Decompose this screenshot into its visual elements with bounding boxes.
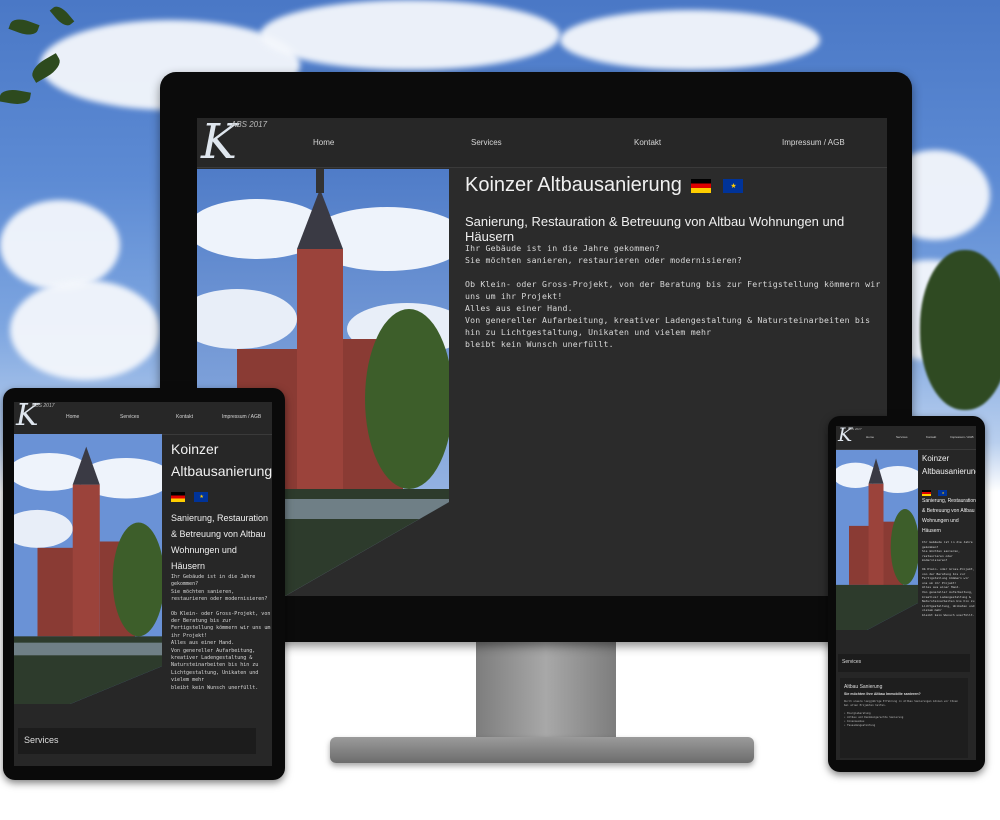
nav-kontakt[interactable]: Kontakt [926,435,936,439]
intro-text: Ihr Gebäude ist in die Jahre gekommen? S… [465,242,885,350]
page-subtitle: Sanierung, Restauration & Betreuung von … [465,214,845,244]
intro-text: Ihr Gebäude ist in die Jahre gekommen? S… [171,574,271,692]
page-title: Koinzer Altbausanierung [465,174,743,197]
nav-kontakt[interactable]: Kontakt [634,138,661,147]
nav-impressum[interactable]: Impressum / AGB [950,435,974,439]
phone-navbar: K ABS 2017 Home Services Kontakt Impress… [836,426,976,450]
navbar: K ABS 2017 Home Services Kontakt Impress… [197,118,887,170]
intro-paragraph-2: Ob Klein- oder Gross-Projekt, von der Be… [171,610,271,691]
page-title: Koinzer Altbausanierung [171,441,272,479]
service-card-subtitle: Sie möchten Ihre Altbau Immobilie sanier… [844,692,921,696]
logo-subtext: ABS 2017 [32,403,55,409]
nav-kontakt[interactable]: Kontakt [176,414,193,420]
intro-text: Ihr Gebäude ist in die Jahre gekommen? S… [922,540,976,618]
castle-photo [14,434,162,704]
cloud [260,0,560,70]
castle-illustration [836,450,918,630]
tablet-device: K ABS 2017 Home Services Kontakt Impress… [3,388,285,780]
logo-subtext: ABS 2017 [231,120,268,129]
flag-germany-icon [922,489,931,496]
services-section-header[interactable]: Services [18,728,256,754]
cloud [10,280,160,380]
nav-home[interactable]: Home [866,435,874,439]
logo-subtext: ABS 2017 [848,427,862,431]
intro-paragraph-1: Ihr Gebäude ist in die Jahre gekommen? S… [922,540,973,563]
nav-impressum[interactable]: Impressum / AGB [782,138,845,147]
phone-screen: K ABS 2017 Home Services Kontakt Impress… [836,426,976,760]
monitor-stand-base [330,737,754,763]
nav-home[interactable]: Home [66,414,79,420]
page-subtitle: Sanierung, Restauration & Betreuung von … [922,498,976,534]
cloud [560,10,820,70]
service-card-title: Altbau Sanierung [844,684,883,690]
flags [171,486,209,505]
tablet-screen: K ABS 2017 Home Services Kontakt Impress… [14,402,272,766]
tablet-navbar: K ABS 2017 Home Services Kontakt Impress… [14,402,272,435]
phone-device: K ABS 2017 Home Services Kontakt Impress… [828,416,985,772]
intro-paragraph-2: Ob Klein- oder Gross-Projekt, von der Be… [465,279,881,349]
nav-services[interactable]: Services [120,414,139,420]
castle-illustration [14,434,162,704]
cloud [0,200,120,290]
flag-eu-icon [938,489,948,496]
monitor-stand-neck [476,640,616,740]
page-title-text: Koinzer Altbausanierung [465,174,682,196]
services-label: Services [24,735,59,745]
desktop-screen: K ABS 2017 Home Services Kontakt Impress… [197,118,887,596]
nav-home[interactable]: Home [313,138,334,147]
intro-paragraph-1: Ihr Gebäude ist in die Jahre gekommen? S… [171,574,268,603]
page-title: Koinzer Altbausanierung [922,454,976,476]
nav-services[interactable]: Services [471,138,502,147]
service-card: Altbau Sanierung Sie möchten Ihre Altbau… [840,678,968,758]
service-card-text: Durch unsere langjährige Erfahrung in Al… [844,700,958,727]
flag-germany-icon [691,178,712,193]
flag-germany-icon [171,491,185,502]
intro-paragraph-1: Ihr Gebäude ist in die Jahre gekommen? S… [465,243,742,265]
flag-eu-icon [722,178,743,193]
nav-impressum[interactable]: Impressum / AGB [222,414,261,420]
flag-eu-icon [194,491,209,502]
nav-services[interactable]: Services [896,435,908,439]
services-section-header[interactable]: Services [838,654,970,672]
tree-right [920,250,1000,410]
page-subtitle: Sanierung, Restauration & Betreuung von … [171,513,269,571]
castle-photo [836,450,918,630]
services-label: Services [842,659,862,665]
intro-paragraph-2: Ob Klein- oder Gross-Projekt, von der Be… [922,566,975,617]
